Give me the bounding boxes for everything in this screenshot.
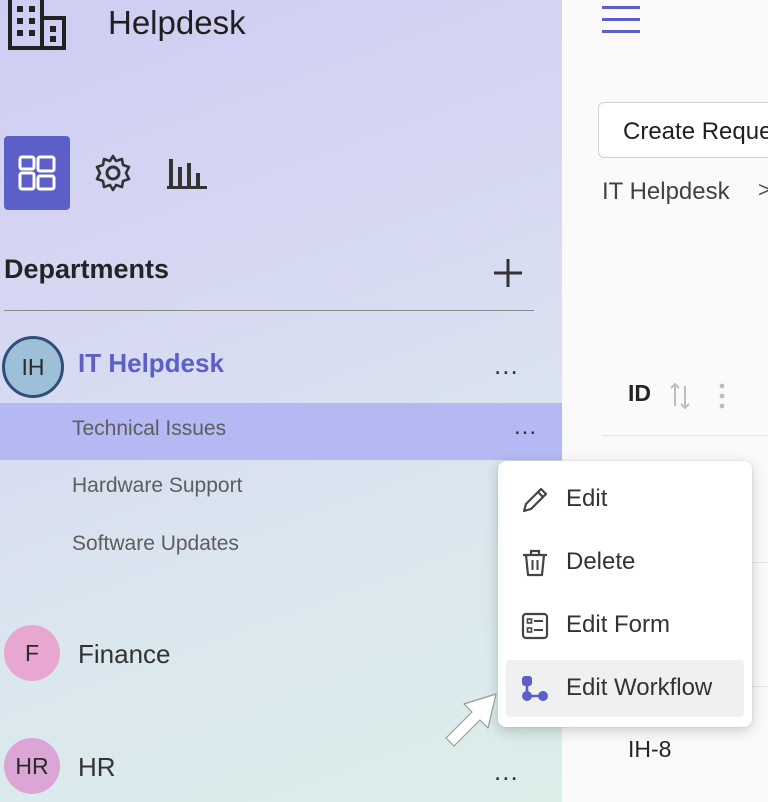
departments-title: Departments (4, 254, 170, 284)
gear-icon (95, 154, 131, 192)
app-title: Helpdesk (108, 4, 246, 41)
workflow-icon (522, 676, 548, 701)
column-options-icon[interactable] (718, 382, 726, 410)
avatar-initials: IH (21, 353, 45, 380)
avatar: HR (4, 738, 60, 794)
menu-item-label: Edit Form (566, 611, 671, 638)
column-header-id[interactable]: ID (628, 380, 651, 407)
menu-item-edit-workflow[interactable]: Edit Workflow (506, 660, 744, 717)
create-request-button[interactable]: Create Reque (598, 102, 768, 158)
sub-item-hardware-support[interactable]: Hardware Support (0, 460, 562, 517)
divider (602, 435, 768, 436)
hamburger-menu-icon[interactable] (602, 4, 640, 36)
menu-item-label: Edit (566, 485, 608, 512)
nav-tab-analytics[interactable] (154, 136, 220, 210)
menu-item-edit-form[interactable]: Edit Form (506, 597, 744, 654)
table-cell-id: IH-8 (628, 736, 672, 762)
nav-tab-dashboard[interactable] (4, 136, 70, 210)
department-item-finance[interactable]: F Finance (0, 618, 562, 688)
nav-tab-settings[interactable] (80, 136, 146, 210)
sub-item-label: Hardware Support (72, 474, 243, 497)
more-options-button[interactable]: ... (494, 352, 519, 378)
department-item-it-helpdesk[interactable]: IH IT Helpdesk ... (0, 330, 562, 400)
sub-item-label: Technical Issues (72, 417, 227, 440)
sub-item-technical-issues[interactable]: Technical Issues ... (0, 403, 562, 460)
plus-icon (494, 259, 522, 287)
sort-icon[interactable] (668, 382, 692, 410)
mouse-cursor-icon (445, 693, 497, 747)
form-icon (521, 612, 549, 640)
avatar: F (4, 625, 60, 681)
context-menu: Edit Delete Edit Form Edit Workflow (498, 461, 752, 727)
bar-chart-icon (167, 159, 207, 189)
menu-item-edit[interactable]: Edit (506, 471, 744, 528)
pencil-icon (522, 487, 548, 513)
dashboard-icon (18, 155, 56, 191)
sub-item-software-updates[interactable]: Software Updates (0, 518, 562, 575)
sub-item-label: Software Updates (72, 532, 239, 555)
create-request-label: Create Reque (623, 118, 768, 145)
trash-icon (523, 549, 547, 577)
sidebar: Helpdesk Departments IH IT Helpdesk ... … (0, 0, 562, 802)
building-icon (8, 0, 66, 50)
menu-item-label: Edit Workflow (566, 674, 713, 701)
add-department-button[interactable] (488, 253, 528, 293)
breadcrumb[interactable]: IT Helpdesk (602, 178, 730, 206)
avatar-initials: F (24, 639, 40, 666)
menu-item-label: Delete (566, 548, 636, 575)
chevron-right-icon: > (758, 177, 768, 202)
avatar: IH (2, 336, 64, 398)
avatar-initials: HR (15, 752, 49, 779)
department-name: Finance (78, 639, 171, 669)
department-name: HR (78, 752, 116, 782)
divider (4, 310, 534, 311)
department-name: IT Helpdesk (78, 348, 224, 378)
more-options-button[interactable]: ... (494, 758, 519, 784)
more-options-button[interactable]: ... (514, 415, 537, 439)
menu-item-delete[interactable]: Delete (506, 534, 744, 591)
